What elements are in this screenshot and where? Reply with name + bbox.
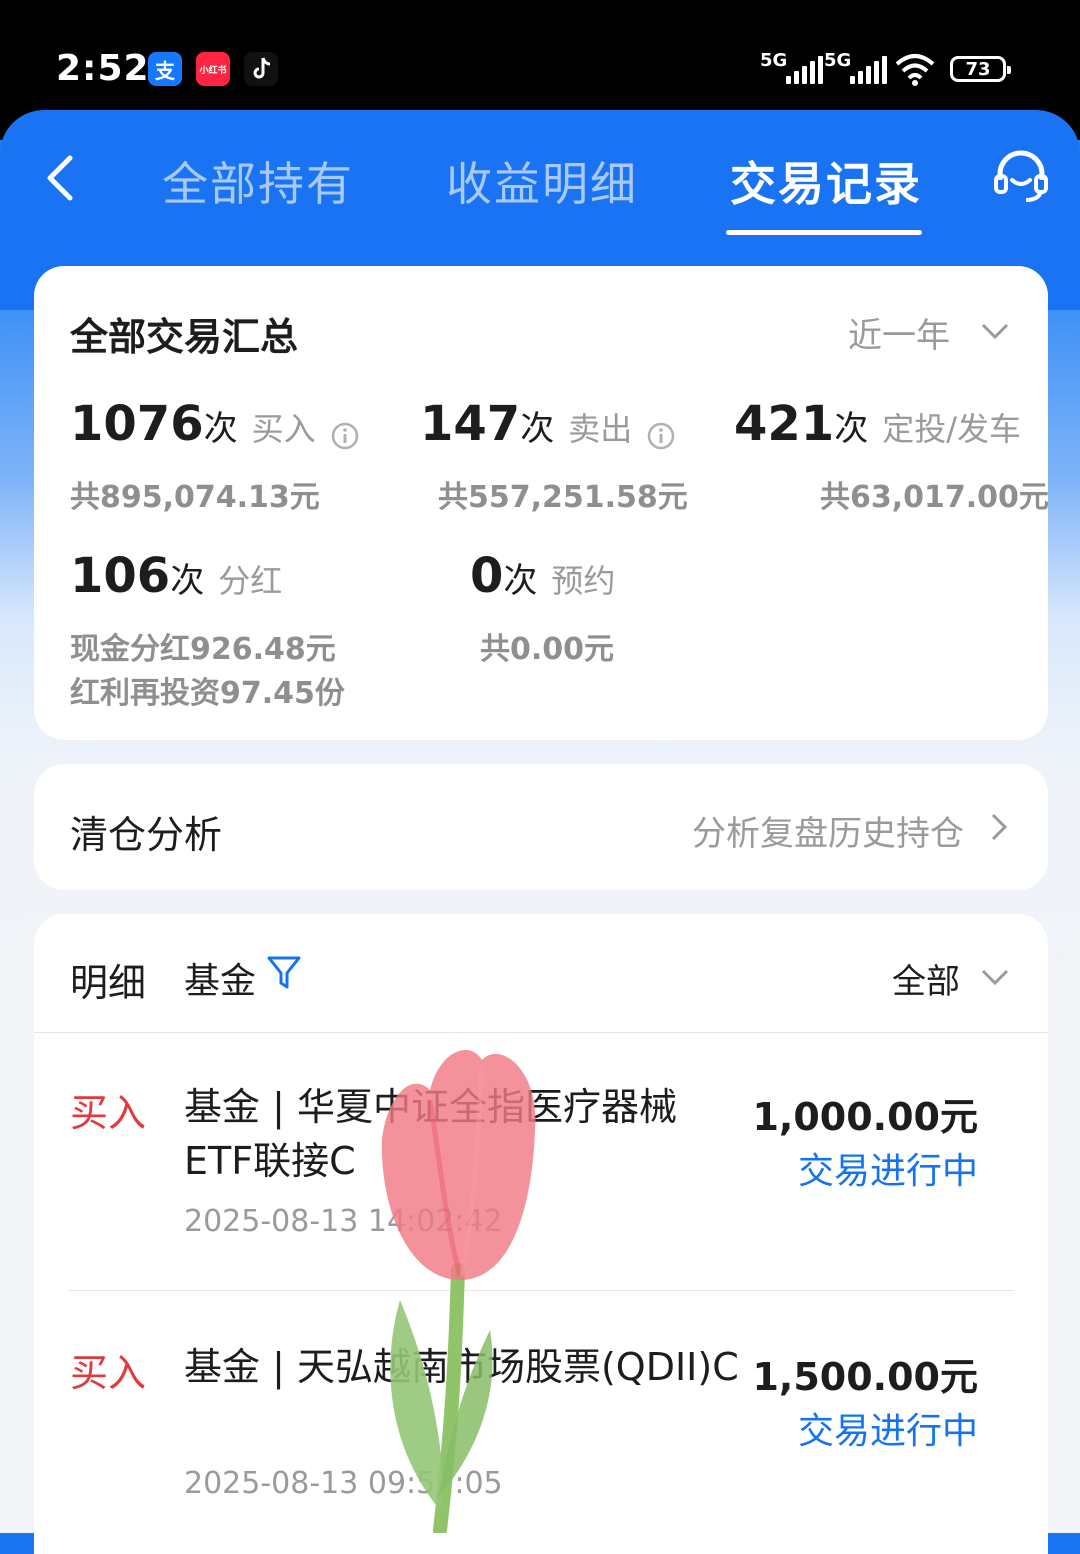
dividend-cash: 现金分红926.48元: [70, 632, 336, 667]
buy-unit: 次: [203, 409, 238, 449]
divider: [68, 1290, 1014, 1291]
tab-transaction-records[interactable]: 交易记录: [730, 148, 922, 214]
buy-label: 买入: [251, 410, 316, 448]
battery-icon: 73: [950, 56, 1011, 82]
transaction-date: 2025-08-13 14:02:42: [184, 1204, 503, 1239]
reserve-label: 预约: [551, 562, 616, 600]
info-icon[interactable]: [331, 422, 359, 450]
dividend-label: 分红: [218, 562, 283, 600]
period-selector[interactable]: 近一年: [848, 308, 950, 357]
buy-count: 1076: [70, 396, 204, 452]
status-time: 2:52: [56, 48, 150, 89]
customer-service-icon[interactable]: [990, 146, 1052, 208]
transaction-date: 2025-08-13 09:52:05: [184, 1466, 503, 1501]
top-nav: 全部持有 收益明细 交易记录: [0, 110, 1080, 260]
scope-selector[interactable]: 全部: [892, 954, 960, 1003]
xiaohongshu-icon: 小红书: [196, 52, 230, 86]
buy-total: 共895,074.13元: [70, 480, 320, 515]
dividend-count: 106: [70, 548, 171, 604]
buy-stat[interactable]: 1076次 买入: [70, 396, 359, 452]
dividend-stat[interactable]: 106次 分红: [70, 548, 282, 604]
fund-filter-label[interactable]: 基金: [184, 952, 256, 1004]
transaction-status: 交易进行中: [797, 1151, 978, 1192]
details-title: 明细: [70, 961, 147, 1005]
filter-icon[interactable]: [266, 954, 302, 992]
signal-5g-label-2: 5G: [824, 50, 852, 71]
reserve-stat[interactable]: 0次 预约: [470, 548, 615, 604]
auto-total: 共63,017.00元: [820, 480, 1049, 515]
back-arrow-icon[interactable]: [34, 148, 94, 208]
sell-label: 卖出: [568, 410, 633, 448]
reserve-unit: 次: [503, 561, 538, 601]
divider: [34, 1032, 1048, 1033]
dividend-reinvest: 红利再投资97.45份: [70, 676, 345, 711]
fund-name: 基金 | 华夏中证全指医疗器械ETF联接C: [184, 1085, 677, 1183]
auto-unit: 次: [834, 409, 869, 449]
details-card: 明细 基金 全部 买入 基金 | 华夏中证全指医疗器械ETF联接C 2025-0…: [34, 914, 1048, 1554]
fund-name: 基金 | 天弘越南市场股票(QDII)C: [184, 1345, 739, 1389]
clearance-link[interactable]: 分析复盘历史持仓: [692, 806, 964, 855]
alipay-icon: 支: [148, 52, 182, 86]
signal-5g-label: 5G: [760, 50, 788, 71]
sell-total: 共557,251.58元: [438, 480, 688, 515]
transaction-type: 买入: [70, 1091, 147, 1135]
reserve-total: 共0.00元: [480, 632, 615, 667]
tab-all-holdings[interactable]: 全部持有: [162, 148, 354, 214]
auto-invest-stat[interactable]: 421次 定投/发车: [734, 396, 1021, 452]
clearance-analysis-card[interactable]: 清仓分析 分析复盘历史持仓: [34, 764, 1048, 890]
transaction-status: 交易进行中: [797, 1411, 978, 1452]
active-tab-indicator: [726, 230, 922, 235]
sell-stat[interactable]: 147次 卖出: [420, 396, 675, 452]
sell-count: 147: [420, 396, 521, 452]
signal-bars-icon: [786, 56, 823, 84]
auto-count: 421: [734, 396, 835, 452]
douyin-icon: [244, 52, 278, 86]
dividend-unit: 次: [170, 561, 205, 601]
auto-label: 定投/发车: [882, 410, 1021, 448]
clearance-title: 清仓分析: [70, 813, 223, 857]
wifi-icon: [895, 54, 935, 86]
chevron-down-icon[interactable]: [980, 316, 1010, 346]
transaction-type: 买入: [70, 1351, 147, 1395]
chevron-down-icon[interactable]: [980, 962, 1010, 992]
summary-title: 全部交易汇总: [70, 315, 299, 359]
info-icon[interactable]: [647, 422, 675, 450]
sell-unit: 次: [520, 409, 555, 449]
transaction-amount: 1,000.00元: [752, 1095, 978, 1139]
signal-bars-icon-2: [850, 56, 887, 84]
tab-income-details[interactable]: 收益明细: [446, 148, 638, 214]
transaction-amount: 1,500.00元: [752, 1355, 978, 1399]
chevron-right-icon[interactable]: [984, 812, 1014, 842]
summary-card: 全部交易汇总 近一年 1076次 买入 共895,074.13元 147次 卖出 共…: [34, 266, 1049, 740]
reserve-count: 0: [470, 548, 504, 604]
